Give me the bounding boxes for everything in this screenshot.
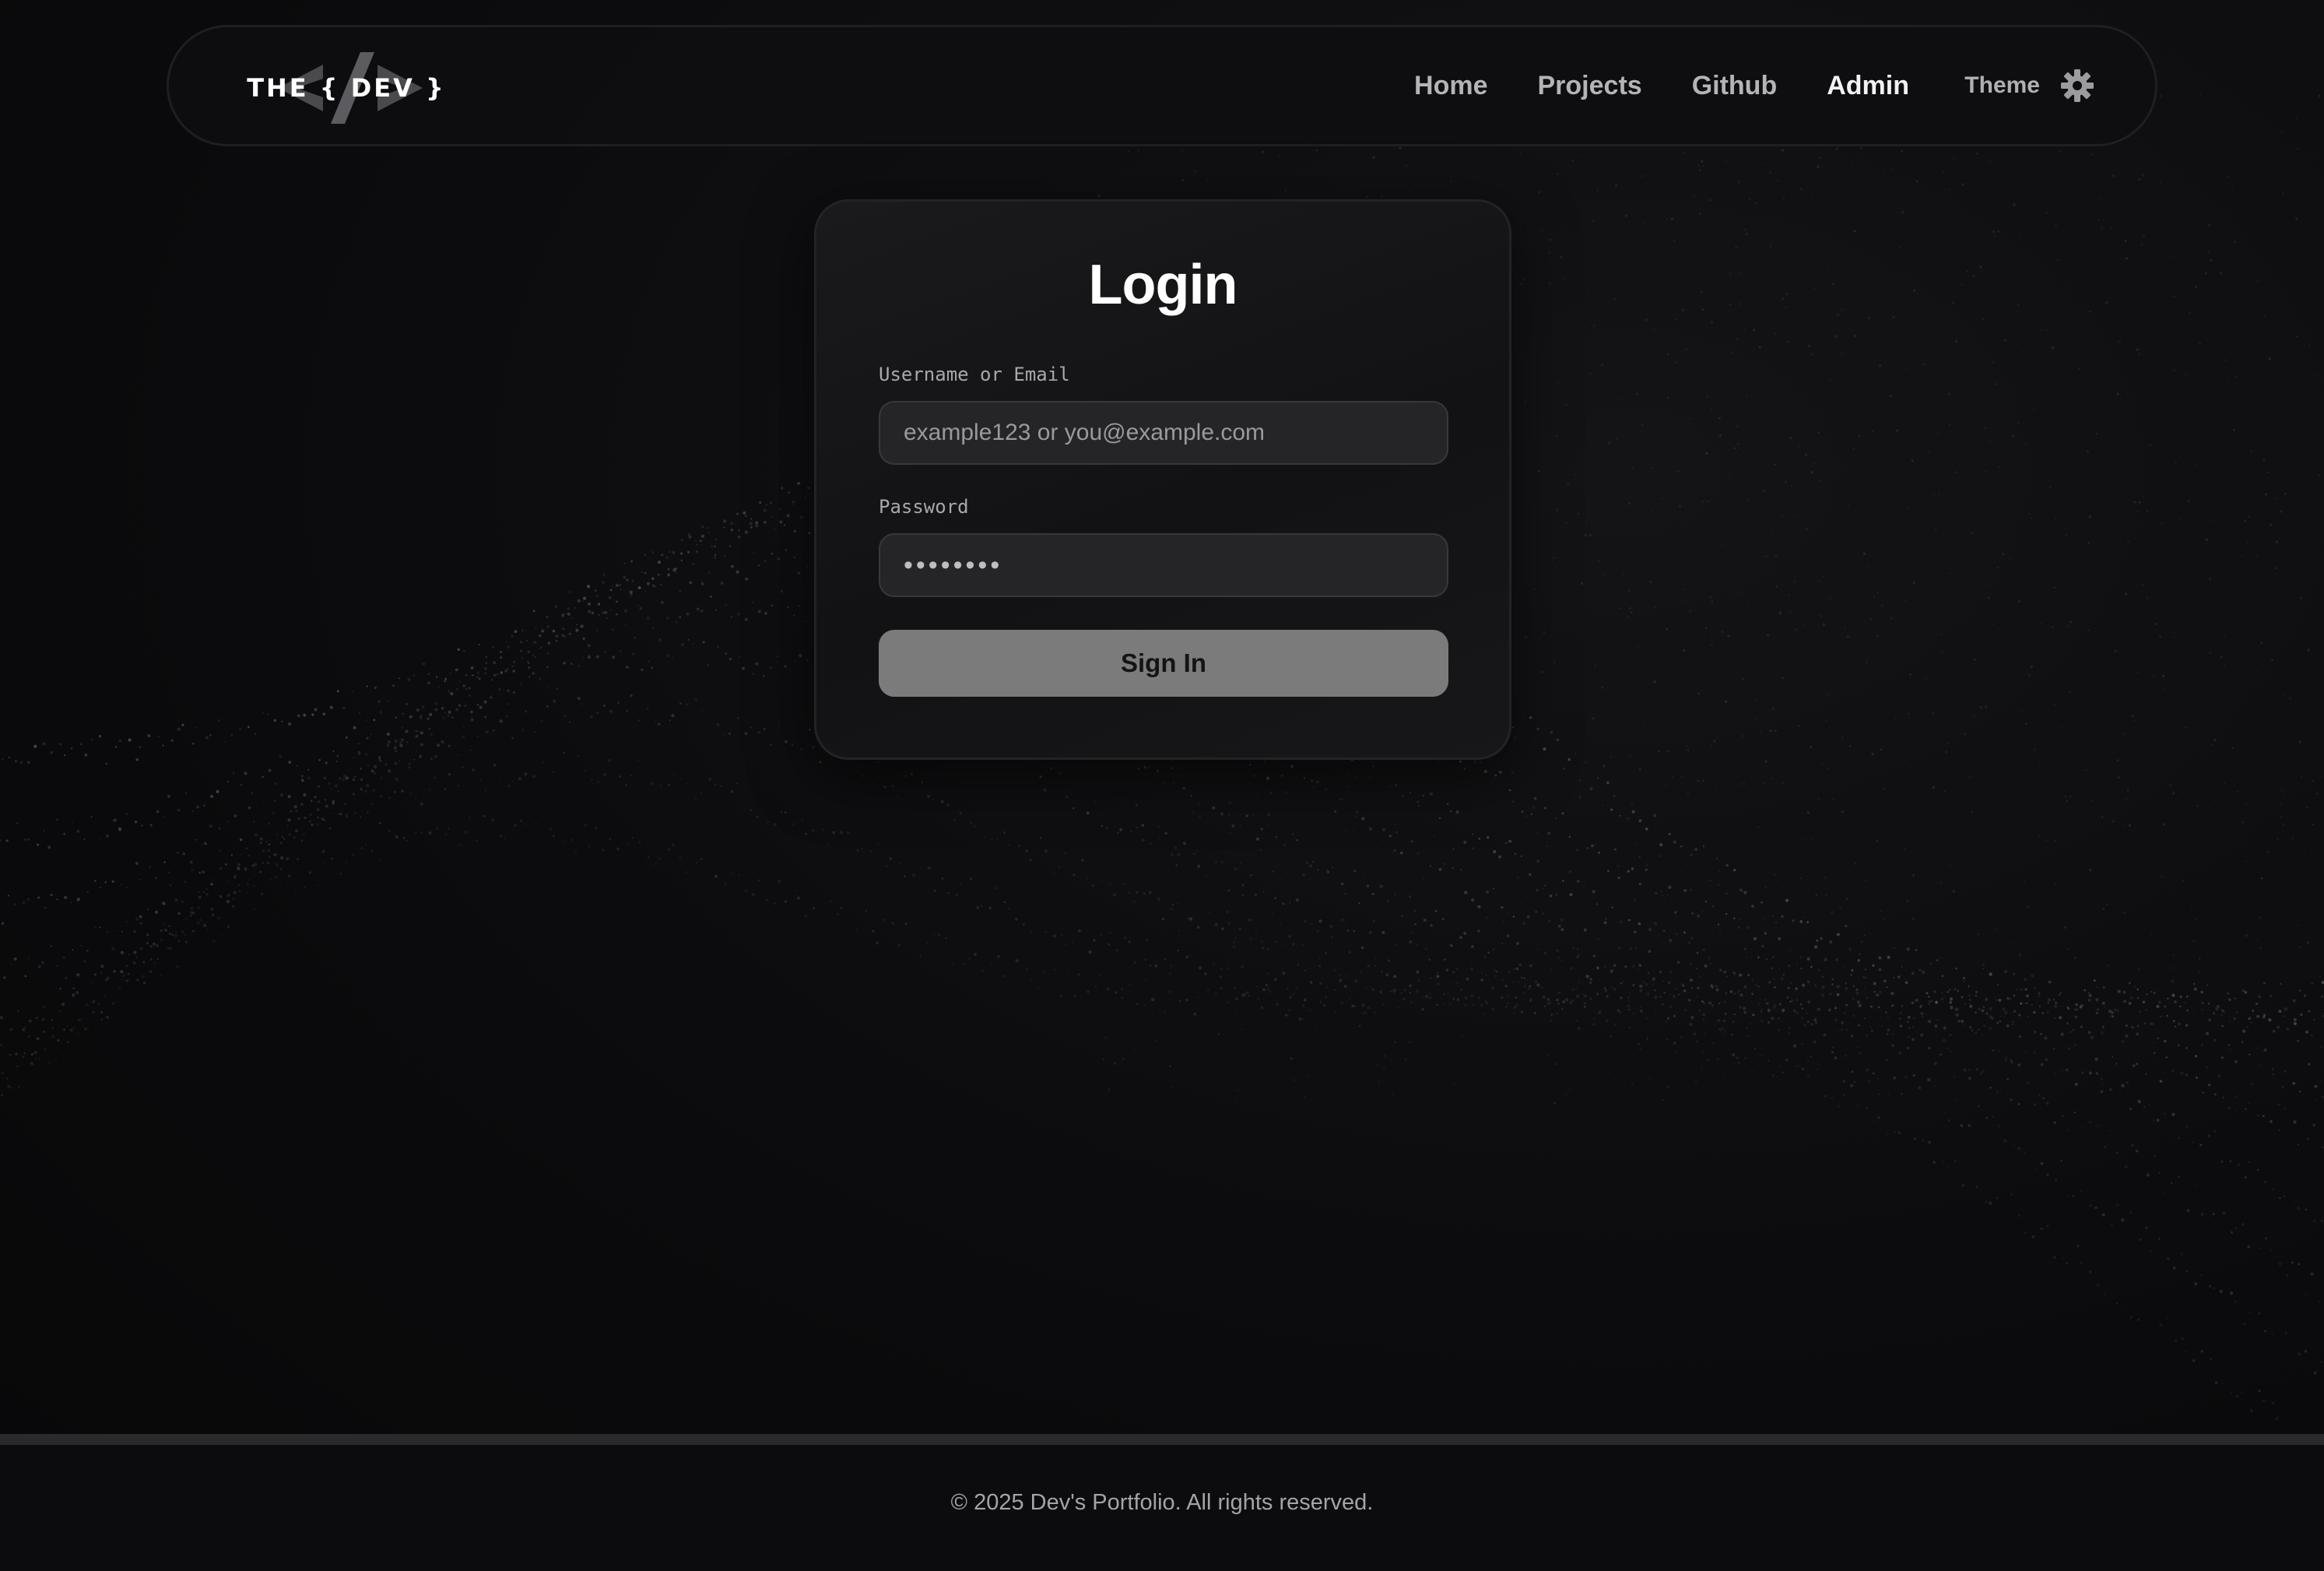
nav-link-projects[interactable]: Projects: [1538, 71, 1642, 101]
navbar: THE { DEV } Home Projects Github Admin T…: [167, 25, 2157, 146]
nav-links: Home Projects Github Admin: [1414, 27, 1909, 144]
username-input[interactable]: [879, 401, 1448, 465]
password-input[interactable]: [879, 533, 1448, 597]
username-label: Username or Email: [879, 364, 1070, 385]
nav-link-home[interactable]: Home: [1414, 71, 1487, 101]
logo-text: THE { DEV }: [247, 73, 446, 103]
nav-link-admin[interactable]: Admin: [1827, 71, 1909, 101]
copyright-text: © 2025 Dev's Portfolio. All rights reser…: [950, 1490, 1374, 1515]
password-label: Password: [879, 496, 969, 518]
login-card: Login Username or Email Password Sign In: [814, 199, 1511, 760]
theme-label: Theme: [1964, 72, 2040, 98]
login-title: Login: [1088, 254, 1238, 316]
site-logo[interactable]: THE { DEV }: [247, 43, 448, 133]
footer-divider: [0, 1434, 2324, 1445]
theme-toggle[interactable]: Theme: [1964, 27, 2094, 144]
nav-link-github[interactable]: Github: [1692, 71, 1778, 101]
page: THE { DEV } Home Projects Github Admin T…: [0, 0, 2324, 1571]
sign-in-button[interactable]: Sign In: [879, 630, 1448, 697]
footer: © 2025 Dev's Portfolio. All rights reser…: [0, 1445, 2324, 1571]
gear-icon[interactable]: [2060, 69, 2094, 103]
